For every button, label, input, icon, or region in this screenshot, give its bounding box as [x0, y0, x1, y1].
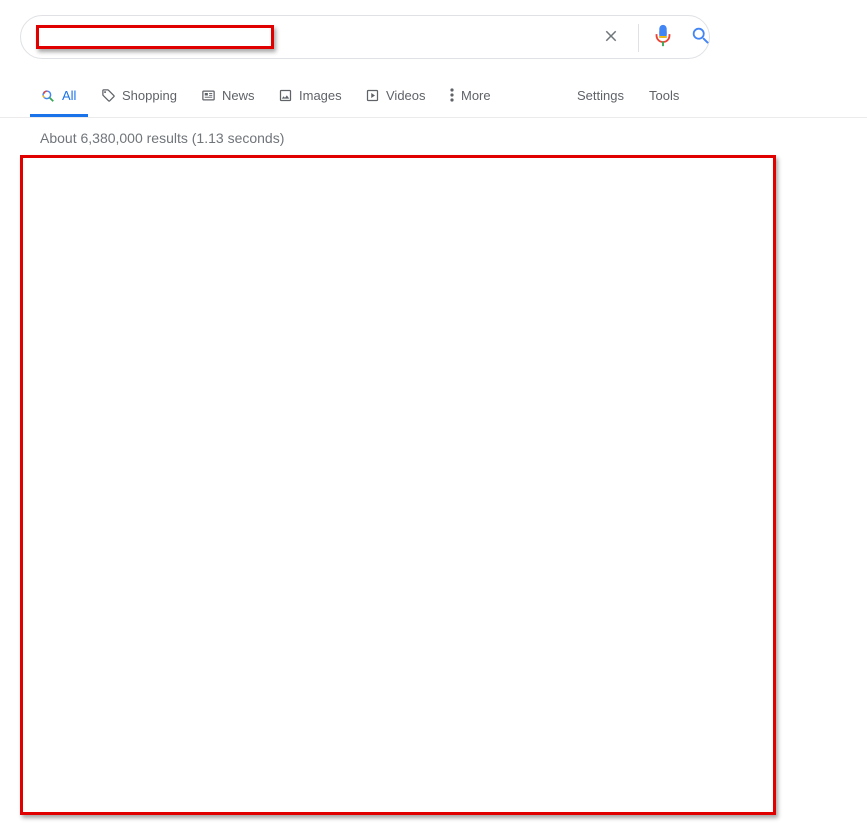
search-icon	[40, 88, 56, 104]
settings-link[interactable]: Settings	[577, 74, 624, 116]
tab-videos[interactable]: Videos	[364, 74, 426, 116]
tools-link[interactable]: Tools	[649, 74, 679, 116]
close-icon	[602, 27, 620, 50]
search-results-page: All Shopping News Images Videos More Set…	[0, 0, 867, 825]
redaction-box-query	[36, 25, 274, 49]
search-box-divider	[638, 24, 639, 52]
redaction-box-results	[20, 155, 776, 815]
search-submit-button[interactable]	[688, 25, 714, 51]
tab-label: Shopping	[122, 87, 177, 103]
tab-more[interactable]: More	[447, 74, 491, 116]
tab-label: Videos	[386, 87, 426, 103]
tab-all[interactable]: All	[30, 74, 88, 117]
tools-label: Tools	[649, 87, 680, 103]
tab-label: All	[62, 88, 77, 103]
search-tabs: All Shopping News Images Videos More Set…	[0, 74, 867, 118]
tab-shopping[interactable]: Shopping	[100, 74, 177, 116]
more-vertical-icon	[447, 87, 457, 103]
tab-news[interactable]: News	[200, 74, 255, 116]
search-icon	[690, 25, 712, 52]
clear-button[interactable]	[598, 25, 624, 51]
image-icon	[277, 87, 293, 103]
newspaper-icon	[200, 87, 216, 103]
tab-label: News	[222, 87, 255, 103]
play-icon	[364, 87, 380, 103]
tab-label: More	[461, 87, 491, 103]
settings-label: Settings	[577, 87, 624, 103]
tab-label: Images	[299, 87, 342, 103]
tab-images[interactable]: Images	[277, 74, 342, 116]
voice-search-button[interactable]	[650, 24, 676, 53]
result-stats: About 6,380,000 results (1.13 seconds)	[40, 130, 285, 146]
microphone-icon	[654, 24, 672, 53]
tag-icon	[100, 87, 116, 103]
